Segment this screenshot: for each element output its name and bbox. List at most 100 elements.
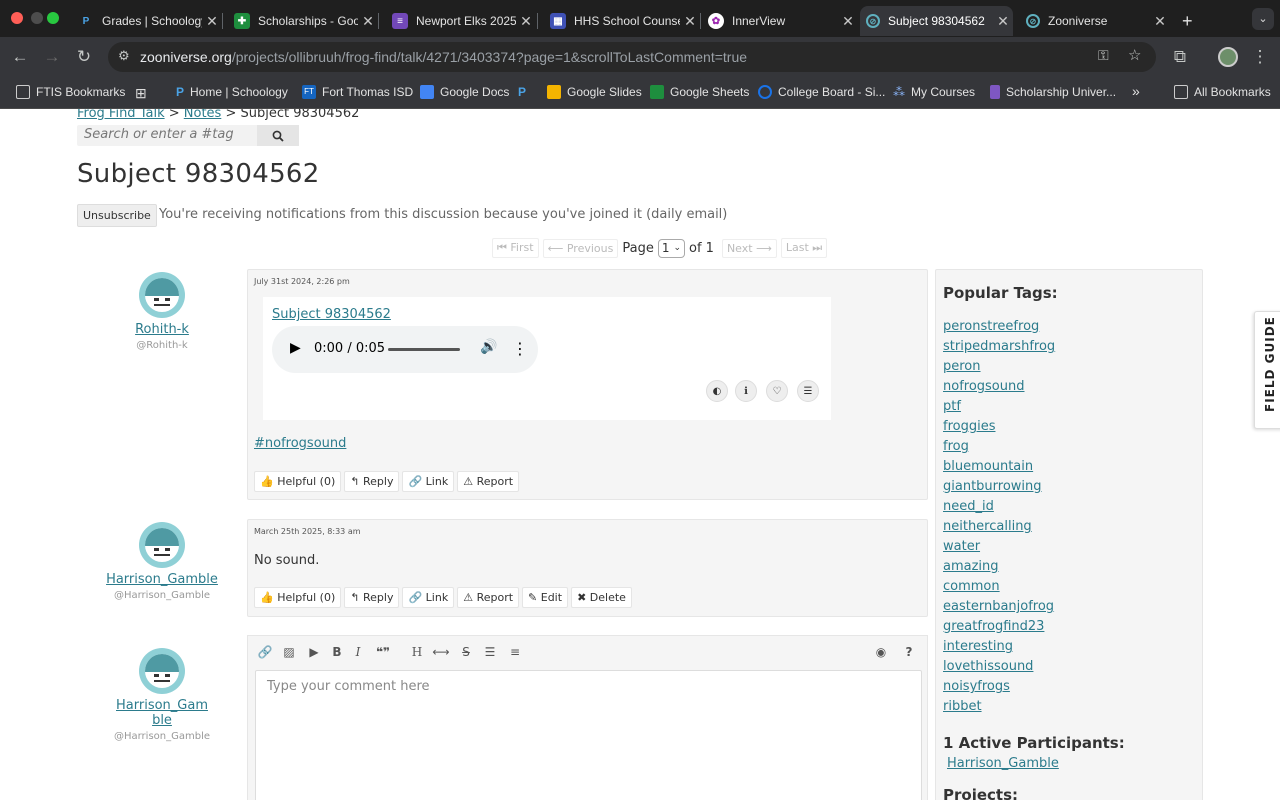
close-tab-icon[interactable]: ✕	[358, 13, 378, 30]
password-key-icon[interactable]: ⚿	[1098, 47, 1109, 64]
tag-link[interactable]: easternbanjofrog	[943, 599, 1054, 614]
bookmark-apps[interactable]: ⊞	[135, 85, 147, 102]
strikethrough-icon[interactable]: S	[456, 645, 476, 659]
link-button[interactable]: 🔗 Link	[402, 471, 455, 492]
extensions-icon[interactable]: ⧉	[1168, 45, 1192, 69]
tab-innerview[interactable]: ✿ InnerView ✕	[702, 6, 858, 36]
link-button[interactable]: 🔗 Link	[402, 587, 455, 608]
insert-image-icon[interactable]: ▨	[279, 645, 299, 659]
site-settings-icon[interactable]: ⚙	[118, 48, 130, 64]
tag-link[interactable]: interesting	[943, 639, 1013, 654]
all-bookmarks-button[interactable]: All Bookmarks	[1174, 85, 1271, 99]
bookmark-my-courses[interactable]: ⁂ My Courses	[893, 85, 975, 99]
bookmark-google-docs[interactable]: Google Docs	[420, 85, 509, 99]
next-page-button[interactable]: Next ⟶	[721, 238, 777, 258]
italic-icon[interactable]: I	[348, 645, 368, 659]
bookmark-schoology-home[interactable]: P Home | Schoology	[176, 85, 288, 99]
tab-newport-elks[interactable]: ≡ Newport Elks 2025 ✕	[386, 6, 536, 36]
previous-page-button[interactable]: ⟵ Previous	[542, 238, 619, 258]
tag-link[interactable]: bluemountain	[943, 459, 1033, 474]
bold-icon[interactable]: B	[327, 645, 347, 659]
insert-link-icon[interactable]: 🔗	[255, 645, 275, 659]
favorite-heart-icon[interactable]: ♡	[766, 380, 788, 402]
bookmark-scholarship[interactable]: Scholarship Univer...	[990, 85, 1116, 99]
bookmark-schoology[interactable]: P	[518, 85, 526, 99]
tag-link[interactable]: amazing	[943, 559, 999, 574]
close-tab-icon[interactable]: ✕	[680, 13, 700, 30]
horizontal-rule-icon[interactable]: ⟷	[431, 645, 451, 659]
tag-link[interactable]: stripedmarshfrog	[943, 339, 1055, 354]
quote-icon[interactable]: ❝❞	[373, 645, 393, 659]
bookmark-college-board[interactable]: College Board - Si...	[758, 85, 885, 99]
tag-link[interactable]: ptf	[943, 399, 961, 414]
more-options-icon[interactable]: ⋮	[512, 339, 528, 358]
invert-icon[interactable]: ◐	[706, 380, 728, 402]
first-page-button[interactable]: ⏮ First	[492, 238, 539, 258]
search-button[interactable]	[257, 125, 299, 146]
tab-subject-active[interactable]: ⊘ Subject 98304562 ✕	[860, 6, 1013, 36]
bookmark-ftis[interactable]: FTIS Bookmarks	[16, 85, 125, 99]
info-icon[interactable]: ℹ	[735, 380, 757, 402]
breadcrumb-notes-link[interactable]: Notes	[184, 109, 222, 121]
bookmark-google-sheets[interactable]: Google Sheets	[650, 85, 749, 99]
field-guide-tab[interactable]: FIELD GUIDE	[1254, 311, 1280, 429]
volume-icon[interactable]: 🔊	[480, 339, 497, 355]
tag-link[interactable]: need_id	[943, 499, 994, 514]
collection-list-icon[interactable]: ☰	[797, 380, 819, 402]
help-icon[interactable]: ?	[899, 645, 919, 659]
tab-search-chevron-icon[interactable]: ⌄	[1252, 8, 1274, 30]
search-input[interactable]: Search or enter a #tag	[84, 127, 234, 142]
profile-avatar[interactable]	[1218, 47, 1238, 67]
close-tab-icon[interactable]: ✕	[516, 13, 536, 30]
tab-hhs-counseling[interactable]: ▦ HHS School Counseling ✕	[544, 6, 700, 36]
close-tab-icon[interactable]: ✕	[1150, 13, 1170, 30]
participant-link[interactable]: Harrison_Gamble	[947, 756, 1059, 771]
reply-button[interactable]: ↰ Reply	[344, 471, 400, 492]
tag-link[interactable]: lovethissound	[943, 659, 1033, 674]
tag-link[interactable]: common	[943, 579, 1000, 594]
tab-scholarships[interactable]: ✚ Scholarships - Google Sheets ✕	[228, 6, 378, 36]
maximize-window-button[interactable]	[47, 12, 59, 24]
report-button[interactable]: ⚠ Report	[457, 471, 520, 492]
report-button[interactable]: ⚠ Report	[457, 587, 520, 608]
tag-link[interactable]: peronstreefrog	[943, 319, 1039, 334]
tag-link[interactable]: peron	[943, 359, 981, 374]
back-arrow-icon[interactable]: ←	[8, 45, 32, 69]
helpful-button[interactable]: 👍 Helpful (0)	[254, 587, 342, 608]
tag-link[interactable]: giantburrowing	[943, 479, 1042, 494]
bullet-list-icon[interactable]: ☰	[480, 645, 500, 659]
more-bookmarks-icon[interactable]: »	[1132, 83, 1140, 99]
author-name-link[interactable]: Harrison_Gamble	[82, 572, 242, 587]
helpful-button[interactable]: 👍 Helpful (0)	[254, 471, 342, 492]
close-tab-icon[interactable]: ✕	[202, 13, 222, 30]
tag-link[interactable]: water	[943, 539, 980, 554]
breadcrumb-talk-link[interactable]: Frog Find Talk	[77, 109, 165, 121]
tag-link[interactable]: greatfrogfind23	[943, 619, 1044, 634]
menu-kebab-icon[interactable]: ⋮	[1248, 45, 1272, 69]
author-name-link[interactable]: Rohith-k	[82, 322, 242, 337]
page-select[interactable]: 1 ⌄	[657, 238, 686, 258]
reply-button[interactable]: ↰ Reply	[344, 587, 400, 608]
audio-player[interactable]: ▶ 0:00 / 0:05 🔊 ⋮	[272, 326, 538, 373]
numbered-list-icon[interactable]: ≡	[505, 645, 525, 659]
insert-video-icon[interactable]: ▶	[304, 645, 324, 659]
tab-grades[interactable]: P Grades | Schoology ✕	[72, 6, 222, 36]
address-bar[interactable]: ⚙ zooniverse.org/projects/ollibruuh/frog…	[108, 42, 1156, 72]
bookmark-google-slides[interactable]: Google Slides	[547, 85, 642, 99]
tag-link[interactable]: froggies	[943, 419, 995, 434]
edit-button[interactable]: ✎ Edit	[522, 587, 569, 608]
hashtag-link[interactable]: #nofrogsound	[254, 436, 346, 451]
new-tab-button[interactable]: +	[1176, 6, 1200, 36]
tab-zooniverse[interactable]: ⊘ Zooniverse ✕	[1020, 6, 1170, 36]
delete-button[interactable]: ✖ Delete	[571, 587, 632, 608]
tag-link[interactable]: frog	[943, 439, 969, 454]
comment-textarea[interactable]: Type your comment here	[255, 670, 922, 800]
tag-link[interactable]: neithercalling	[943, 519, 1032, 534]
last-page-button[interactable]: Last ⏭	[780, 238, 828, 258]
tag-link[interactable]: ribbet	[943, 699, 982, 714]
subject-link[interactable]: Subject 98304562	[272, 307, 391, 322]
tag-link[interactable]: nofrogsound	[943, 379, 1025, 394]
tag-link[interactable]: noisyfrogs	[943, 679, 1010, 694]
heading-icon[interactable]: H	[407, 645, 427, 659]
bookmark-fort-thomas[interactable]: FT Fort Thomas ISD	[302, 85, 413, 99]
